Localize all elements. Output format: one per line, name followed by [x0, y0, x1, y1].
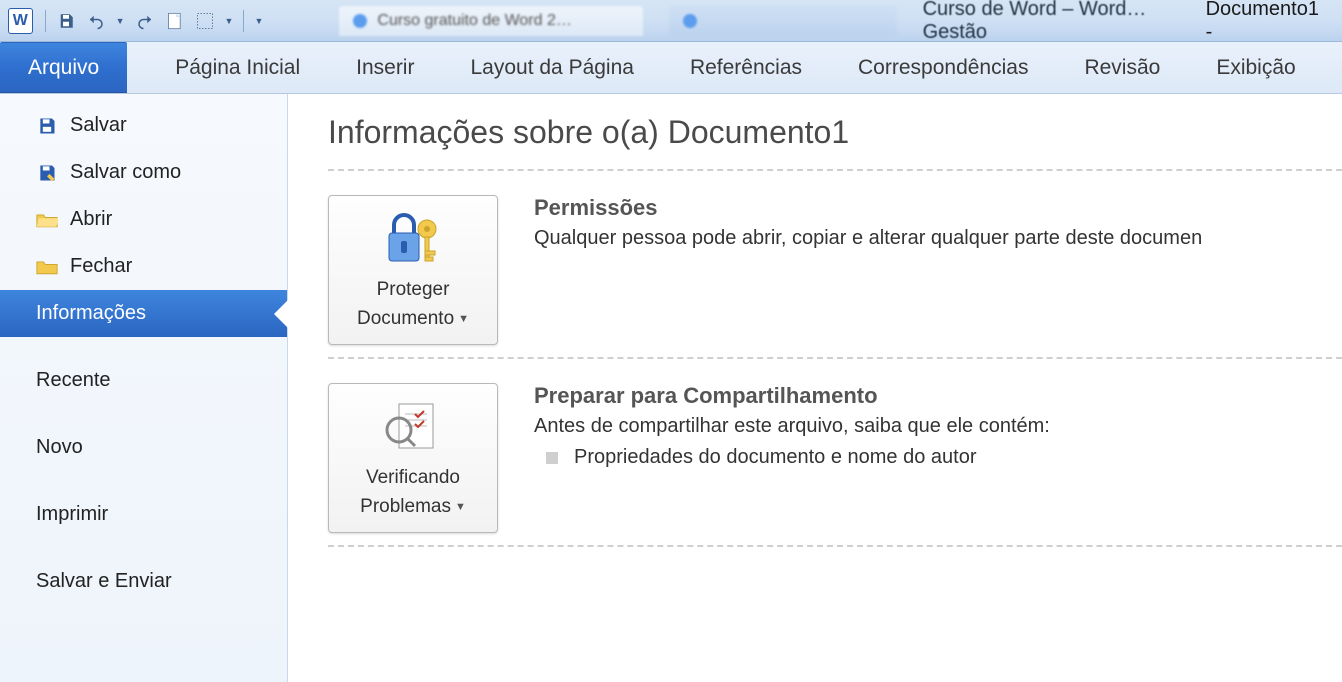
sidebar-item-imprimir[interactable]: Imprimir: [0, 491, 287, 538]
sidebar-item-salvar-enviar[interactable]: Salvar e Enviar: [0, 558, 287, 605]
sidebar-item-informacoes[interactable]: Informações: [0, 290, 287, 337]
sidebar-item-fechar[interactable]: Fechar: [0, 243, 287, 290]
tab-exibicao[interactable]: Exibição: [1188, 42, 1323, 93]
folder-open-icon: [36, 209, 58, 231]
sidebar-item-label: Abrir: [70, 208, 112, 231]
table-icon[interactable]: [195, 11, 215, 31]
button-label: Documento: [357, 308, 454, 331]
separator: [45, 10, 46, 32]
sidebar-item-abrir[interactable]: Abrir: [0, 196, 287, 243]
tab-inserir[interactable]: Inserir: [328, 42, 442, 93]
section-body: Qualquer pessoa pode abrir, copiar e alt…: [534, 227, 1342, 250]
new-document-icon[interactable]: [165, 11, 185, 31]
sidebar-item-salvar[interactable]: Salvar: [0, 102, 287, 149]
prepare-share-section: Verificando Problemas ▼ Preparar para Co…: [328, 383, 1342, 533]
bullet-text: Propriedades do documento e nome do auto…: [574, 446, 977, 469]
sidebar-item-label: Informações: [36, 302, 146, 325]
tab-pagina-inicial[interactable]: Página Inicial: [147, 42, 328, 93]
permissions-section: Proteger Documento ▼ Permissões Qualquer…: [328, 195, 1342, 345]
sidebar-item-label: Recente: [36, 369, 111, 392]
separator: [243, 10, 244, 32]
browser-tab-hint: [669, 6, 897, 36]
list-item: Propriedades do documento e nome do auto…: [546, 446, 1342, 469]
divider: [328, 357, 1342, 359]
sidebar-item-label: Novo: [36, 436, 83, 459]
tab-arquivo[interactable]: Arquivo: [0, 42, 127, 93]
folder-close-icon: [36, 256, 58, 278]
undo-icon[interactable]: [86, 11, 106, 31]
bullet-icon: [546, 452, 558, 464]
chevron-down-icon: ▼: [458, 313, 469, 326]
document-check-icon: [381, 397, 445, 457]
section-body: Antes de compartilhar este arquivo, saib…: [534, 415, 1342, 438]
backstage-content: Informações sobre o(a) Documento1: [288, 94, 1342, 682]
sidebar-item-label: Fechar: [70, 255, 132, 278]
chevron-down-icon: ▼: [455, 501, 466, 514]
backstage-view: Salvar Salvar como Abrir Fechar Informaç…: [0, 94, 1342, 682]
redo-icon[interactable]: [135, 11, 155, 31]
chevron-down-icon[interactable]: ▼: [225, 16, 234, 26]
divider: [328, 169, 1342, 171]
button-label: Verificando: [366, 467, 460, 490]
section-heading: Permissões: [534, 195, 1342, 221]
protect-document-button[interactable]: Proteger Documento ▼: [328, 195, 498, 345]
save-icon[interactable]: [56, 11, 76, 31]
browser-tab-hint: Curso de Word – Word… Gestão: [923, 0, 1200, 44]
tab-layout-pagina[interactable]: Layout da Página: [442, 42, 661, 93]
check-issues-button[interactable]: Verificando Problemas ▼: [328, 383, 498, 533]
sidebar-item-label: Imprimir: [36, 503, 108, 526]
sidebar-item-salvar-como[interactable]: Salvar como: [0, 149, 287, 196]
sidebar-item-label: Salvar como: [70, 161, 181, 184]
tab-revisao[interactable]: Revisão: [1056, 42, 1188, 93]
browser-tab-hint: Curso gratuito de Word 2…: [339, 6, 642, 36]
ribbon: Arquivo Página Inicial Inserir Layout da…: [0, 42, 1342, 94]
quick-access-toolbar: ▼ ▼ ▼: [45, 10, 264, 32]
page-title: Informações sobre o(a) Documento1: [328, 114, 1342, 151]
divider: [328, 545, 1342, 547]
chevron-down-icon[interactable]: ▼: [116, 16, 125, 26]
backstage-sidebar: Salvar Salvar como Abrir Fechar Informaç…: [0, 94, 288, 682]
title-bar: W ▼ ▼ ▼ Curso gratuito de Word 2… Curso …: [0, 0, 1342, 42]
sidebar-item-recente[interactable]: Recente: [0, 357, 287, 404]
customize-qat-icon[interactable]: ▼: [254, 16, 263, 26]
tab-correspondencias[interactable]: Correspondências: [830, 42, 1056, 93]
section-heading: Preparar para Compartilhamento: [534, 383, 1342, 409]
lock-key-icon: [381, 209, 445, 269]
button-label: Problemas: [360, 496, 451, 519]
sidebar-item-label: Salvar e Enviar: [36, 570, 172, 593]
save-icon: [36, 115, 58, 137]
share-bullet-list: Propriedades do documento e nome do auto…: [534, 446, 1342, 469]
sidebar-item-label: Salvar: [70, 114, 127, 137]
app-icon: W: [8, 8, 33, 34]
window-title: Documento1 -: [1206, 0, 1324, 44]
save-as-icon: [36, 162, 58, 184]
tab-referencias[interactable]: Referências: [662, 42, 830, 93]
sidebar-item-novo[interactable]: Novo: [0, 424, 287, 471]
button-label: Proteger: [377, 279, 450, 302]
